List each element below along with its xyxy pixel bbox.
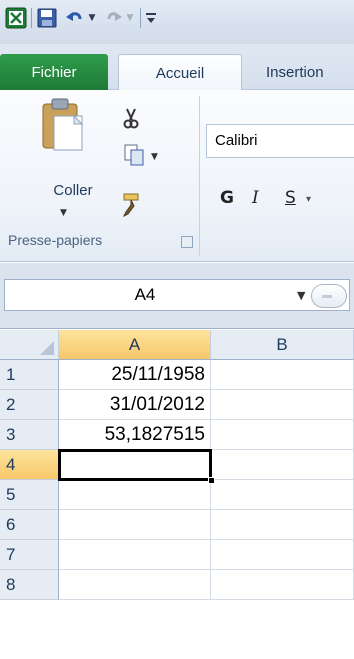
cell-a6[interactable]: [59, 510, 211, 540]
undo-dropdown-icon[interactable]: ▼: [86, 6, 98, 30]
name-box-dropdown-icon[interactable]: ▼: [297, 289, 305, 302]
name-box[interactable]: A4 ▼: [4, 279, 350, 311]
ribbon-tab-bar: Fichier Accueil Insertion: [0, 44, 354, 91]
undo-icon[interactable]: [64, 6, 86, 30]
cell-a8[interactable]: [59, 570, 211, 600]
qat-separator: [140, 8, 141, 28]
row-header[interactable]: 4: [0, 450, 59, 480]
redo-icon[interactable]: [104, 6, 124, 30]
italic-button[interactable]: I: [252, 188, 259, 208]
cell-a5[interactable]: [59, 480, 211, 510]
cell-b1[interactable]: [211, 360, 354, 390]
underline-dropdown-icon[interactable]: ▾: [306, 194, 311, 205]
row-header[interactable]: 2: [0, 390, 59, 420]
cell-b3[interactable]: [211, 420, 354, 450]
copy-dropdown-icon[interactable]: ▼: [151, 152, 158, 162]
row-header[interactable]: 7: [0, 540, 59, 570]
quick-access-toolbar: ▼ ▼: [0, 0, 354, 44]
cell-b6[interactable]: [211, 510, 354, 540]
cell-b5[interactable]: [211, 480, 354, 510]
font-name-combobox[interactable]: Calibri: [206, 124, 354, 158]
cell-a2[interactable]: 31/01/2012: [59, 390, 211, 420]
name-box-value: A4: [134, 285, 156, 304]
clipboard-paste-icon: [42, 98, 84, 151]
tab-file[interactable]: Fichier: [0, 54, 108, 90]
row-header[interactable]: 3: [0, 420, 59, 450]
clipboard-group-label: Presse-papiers: [8, 232, 103, 248]
cell-a3[interactable]: 53,1827515: [59, 420, 211, 450]
cell-a4[interactable]: [59, 450, 211, 480]
customize-qat-icon[interactable]: [144, 6, 158, 30]
column-header-b[interactable]: B: [211, 330, 354, 360]
ribbon-home-panel: Coller ▼ ▼ Presse-papiers Calibri G I S …: [0, 90, 354, 262]
excel-logo-icon[interactable]: [4, 6, 28, 30]
paste-dropdown-icon[interactable]: ▼: [60, 208, 67, 218]
bold-button[interactable]: G: [220, 188, 234, 208]
redo-dropdown-icon[interactable]: ▼: [124, 6, 136, 30]
row-header[interactable]: 6: [0, 510, 59, 540]
paste-label: Coller: [53, 182, 93, 199]
tab-insert[interactable]: Insertion: [256, 54, 354, 90]
select-all-button[interactable]: [0, 330, 59, 360]
formula-bar: A4 ▼: [0, 263, 354, 329]
cell-a1[interactable]: 25/11/1958: [59, 360, 211, 390]
cell-b4[interactable]: [211, 450, 354, 480]
cell-b2[interactable]: [211, 390, 354, 420]
row-header[interactable]: 8: [0, 570, 59, 600]
copy-icon[interactable]: [122, 142, 148, 168]
underline-button[interactable]: S: [285, 188, 296, 208]
qat-separator: [31, 8, 32, 28]
clipboard-dialog-launcher-icon[interactable]: [181, 236, 193, 248]
cell-b8[interactable]: [211, 570, 354, 600]
row-header[interactable]: 1: [0, 360, 59, 390]
cell-a7[interactable]: [59, 540, 211, 570]
row-header[interactable]: 5: [0, 480, 59, 510]
format-painter-icon[interactable]: [118, 190, 144, 218]
cell-b7[interactable]: [211, 540, 354, 570]
spreadsheet-grid: A B 1 2 3 4 5 6 7 8 25/11/1958 31/01/201…: [0, 330, 354, 659]
cut-icon[interactable]: [118, 106, 144, 132]
save-icon[interactable]: [36, 6, 58, 30]
ribbon-group-separator: [199, 96, 200, 256]
column-header-a[interactable]: A: [59, 330, 211, 360]
formula-bar-resize-icon[interactable]: [311, 284, 347, 308]
paste-button[interactable]: Coller ▼: [30, 96, 100, 218]
tab-home[interactable]: Accueil: [118, 54, 242, 91]
